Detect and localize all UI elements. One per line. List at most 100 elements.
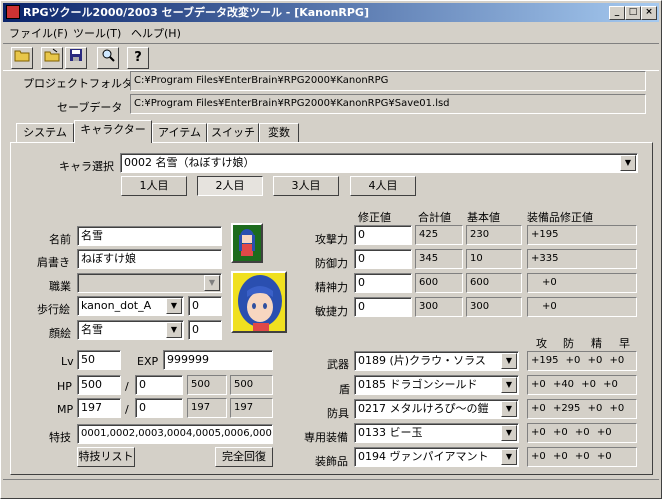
stat-mod-field[interactable]: 0 [354,273,412,293]
party-3-button[interactable]: 3人目 [273,176,339,196]
chevron-down-icon[interactable]: ▼ [501,353,517,369]
lv-label: Lv [61,355,74,368]
tab-system[interactable]: システム [16,123,74,142]
chevron-down-icon[interactable]: ▼ [204,275,220,291]
char-select-dropdown[interactable]: 0002 名雪（ねぼすけ娘） ▼ [120,153,638,173]
chevron-down-icon[interactable]: ▼ [166,322,182,338]
lv-field[interactable]: 50 [77,350,121,370]
equip-label: 武器 [327,358,349,371]
chevron-down-icon[interactable]: ▼ [501,425,517,441]
title-label: 肩書き [37,256,70,269]
stat-equip-field: +195 [527,225,637,245]
tab-character[interactable]: キャラクター [74,120,152,143]
party-2-button[interactable]: 2人目 [197,176,263,196]
equip-bonus-field: +0 +0 +0 +0 [527,423,637,443]
shield-dropdown[interactable]: 0185 ドラゴンシールド ▼ [354,375,519,395]
exp-label: EXP [137,355,159,368]
mp-base-field: 197 [230,398,273,418]
skill-list-button[interactable]: 特技リスト [77,447,135,467]
exp-field[interactable]: 999999 [163,350,273,370]
folder-open-icon[interactable] [11,47,33,69]
title-field[interactable]: ねぼすけ娘 [77,249,222,269]
equip-label: 盾 [339,383,350,396]
stat-total-field: 425 [415,225,463,245]
menu-bar: ファイル(F) ツール(T) ヘルプ(H) [3,23,659,41]
equip-bonus-field: +0 +40 +0 +0 [527,375,637,395]
stat-mod-field[interactable]: 0 [354,297,412,317]
chevron-down-icon[interactable]: ▼ [501,449,517,465]
equip-header-agi: 早 [619,337,630,350]
walk-label: 歩行絵 [37,303,70,316]
stat-equip-field: +0 [527,273,637,293]
status-bar [3,479,659,497]
mp-slash: / [125,403,129,416]
skills-label: 特技 [49,431,71,444]
hp-total-field: 500 [187,375,227,395]
equip-value: 0189 (片)クラウ・ソラス [358,354,486,367]
stat-mod-field[interactable]: 0 [354,249,412,269]
equip-value: 0194 ヴァンパイアマント [358,450,489,463]
stat-total-field: 345 [415,249,463,269]
tab-switch[interactable]: スイッチ [207,123,259,142]
app-window: RPGツクール2000/2003 セーブデータ改変ツール - [KanonRPG… [0,0,662,499]
mp-field[interactable]: 197 [77,398,121,418]
face-dropdown[interactable]: 名雪 ▼ [77,320,184,340]
tab-item[interactable]: アイテム [152,123,207,142]
skills-field[interactable]: 0001,0002,0003,0004,0005,0006,0007,0008 [77,424,273,444]
search-icon[interactable] [97,47,119,69]
stat-total-field: 300 [415,297,463,317]
equip-value: 0217 メタルけろぴ～の鎧 [358,402,489,415]
weapon-dropdown[interactable]: 0189 (片)クラウ・ソラス ▼ [354,351,519,371]
toolbar: ? [3,43,659,71]
special-equip-dropdown[interactable]: 0133 ビー玉 ▼ [354,423,519,443]
minimize-icon[interactable]: _ [609,6,625,20]
chevron-down-icon[interactable]: ▼ [501,377,517,393]
help-icon[interactable]: ? [127,47,149,69]
mp-max-field[interactable]: 0 [135,398,183,418]
name-field[interactable]: 名雪 [77,226,222,246]
armor-dropdown[interactable]: 0217 メタルけろぴ～の鎧 ▼ [354,399,519,419]
face-portrait [231,271,287,333]
chevron-down-icon[interactable]: ▼ [620,155,636,171]
stat-label: 敏捷力 [315,305,348,318]
menu-tool[interactable]: ツール(T) [73,25,121,41]
hp-max-field[interactable]: 0 [135,375,183,395]
stat-base-field: 600 [466,273,522,293]
equip-header-spi: 精 [591,337,602,350]
open-file-icon[interactable] [41,47,63,69]
party-4-button[interactable]: 4人目 [350,176,416,196]
window-title: RPGツクール2000/2003 セーブデータ改変ツール - [KanonRPG… [23,6,369,19]
name-label: 名前 [49,233,71,246]
equip-header-atk: 攻 [536,337,547,350]
stat-label: 防御力 [315,257,348,270]
face-index-field[interactable]: 0 [188,320,222,340]
walk-index-field[interactable]: 0 [188,296,222,316]
equip-label: 装飾品 [315,455,348,468]
walk-sprite [231,223,263,263]
stat-label: 精神力 [315,281,348,294]
stat-label: 攻撃力 [315,233,348,246]
face-value: 名雪 [81,323,103,336]
stat-equip-field: +0 [527,297,637,317]
equip-label: 専用装備 [304,431,348,444]
chevron-down-icon[interactable]: ▼ [501,401,517,417]
save-icon[interactable] [65,47,87,69]
mp-label: MP [57,403,74,416]
close-icon[interactable]: × [641,6,657,20]
stat-header-total: 合計値 [418,211,451,224]
equip-value: 0185 ドラゴンシールド [358,378,478,391]
maximize-icon[interactable]: □ [625,6,641,20]
hp-field[interactable]: 500 [77,375,121,395]
menu-file[interactable]: ファイル(F) [9,25,68,41]
accessory-dropdown[interactable]: 0194 ヴァンパイアマント ▼ [354,447,519,467]
chevron-down-icon[interactable]: ▼ [166,298,182,314]
stat-base-field: 10 [466,249,522,269]
class-dropdown[interactable]: ▼ [77,273,222,293]
full-heal-button[interactable]: 完全回復 [215,447,273,467]
equip-bonus-field: +0 +295 +0 +0 [527,399,637,419]
stat-mod-field[interactable]: 0 [354,225,412,245]
walk-dropdown[interactable]: kanon_dot_A ▼ [77,296,184,316]
party-1-button[interactable]: 1人目 [121,176,187,196]
tab-variable[interactable]: 変数 [259,123,299,142]
menu-help[interactable]: ヘルプ(H) [131,25,181,41]
